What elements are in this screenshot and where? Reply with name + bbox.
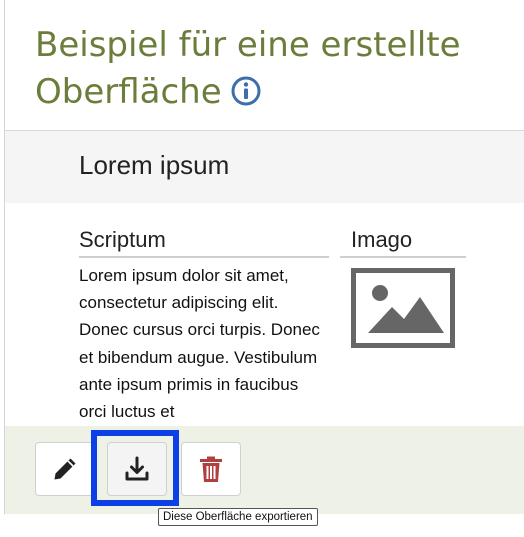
- pencil-icon: [54, 458, 76, 480]
- delete-button[interactable]: [181, 442, 241, 496]
- script-body-text: Lorem ipsum dolor sit amet, consectetur …: [79, 266, 320, 422]
- page-title: Beispiel für eine erstellte Oberfläche: [35, 22, 495, 116]
- export-button-focus-ring: [91, 430, 179, 506]
- export-tooltip: Diese Oberfläche exportieren: [158, 508, 318, 526]
- interface-frame: Beispiel für eine erstellte Oberfläche L…: [4, 0, 524, 514]
- trash-icon: [200, 456, 222, 482]
- section-heading: Lorem ipsum: [79, 150, 230, 180]
- image-column-heading: Imago: [340, 227, 466, 258]
- action-toolbar: [5, 426, 524, 514]
- edit-button[interactable]: [35, 442, 95, 496]
- image-placeholder: [351, 268, 455, 348]
- info-circle-icon[interactable]: [230, 75, 262, 107]
- image-placeholder-icon: [368, 285, 444, 333]
- script-column-heading: Scriptum: [79, 227, 329, 258]
